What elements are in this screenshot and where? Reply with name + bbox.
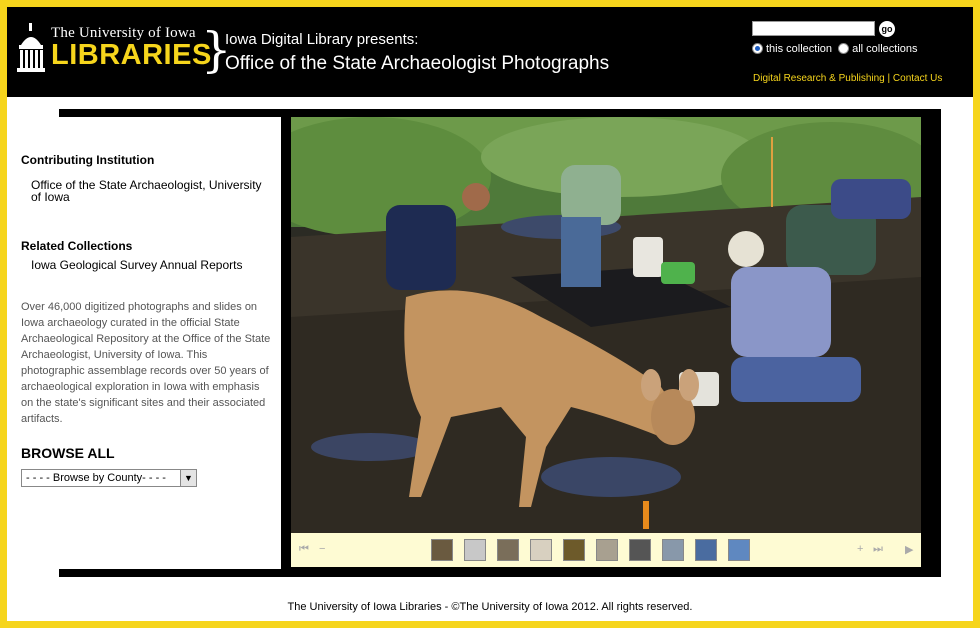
this-collection-label: this collection bbox=[766, 43, 833, 55]
digital-research-link[interactable]: Digital Research & Publishing bbox=[753, 73, 885, 84]
thumbnail[interactable] bbox=[695, 539, 717, 561]
thumbnail[interactable] bbox=[464, 539, 486, 561]
university-libraries-logo[interactable]: The University of Iowa LIBRARIES } bbox=[15, 19, 232, 85]
chevron-down-icon[interactable]: ▼ bbox=[180, 470, 196, 486]
browse-by-county-select[interactable]: - - - - Browse by County- - - - ▼ bbox=[21, 469, 197, 487]
featured-photo[interactable] bbox=[291, 117, 921, 533]
county-select-value: - - - - Browse by County- - - - bbox=[26, 472, 166, 484]
logo-libraries-text: LIBRARIES bbox=[51, 39, 212, 71]
thumbnail[interactable] bbox=[530, 539, 552, 561]
first-page-icon[interactable]: ⏮ bbox=[299, 543, 309, 556]
thumbnail[interactable] bbox=[431, 539, 453, 561]
previous-icon[interactable]: − bbox=[319, 543, 325, 555]
collection-title[interactable]: Office of the State Archaeologist Photog… bbox=[225, 53, 609, 75]
page-frame: The University of Iowa LIBRARIES } Iowa … bbox=[0, 0, 980, 628]
thumbnail[interactable] bbox=[728, 539, 750, 561]
presents-text: Iowa Digital Library presents: bbox=[225, 31, 419, 48]
thumbnail-bar: ⏮ − + ⏭ ▶ bbox=[291, 533, 921, 567]
collection-description: Over 46,000 digitized photographs and sl… bbox=[21, 301, 271, 425]
go-button[interactable]: go bbox=[879, 21, 895, 37]
all-collections-label: all collections bbox=[852, 43, 918, 55]
thumbnail[interactable] bbox=[497, 539, 519, 561]
link-separator: | bbox=[887, 73, 891, 84]
last-page-icon[interactable]: ⏭ bbox=[873, 543, 883, 556]
thumbnail[interactable] bbox=[563, 539, 585, 561]
play-icon[interactable]: ▶ bbox=[905, 543, 913, 556]
contributing-institution-heading: Contributing Institution bbox=[21, 153, 155, 167]
thumbnail[interactable] bbox=[662, 539, 684, 561]
capitol-building-icon bbox=[17, 23, 45, 72]
header-links: Digital Research & Publishing | Contact … bbox=[753, 73, 942, 84]
contact-us-link[interactable]: Contact Us bbox=[893, 73, 942, 84]
thumbnail[interactable] bbox=[596, 539, 618, 561]
header: The University of Iowa LIBRARIES } Iowa … bbox=[7, 7, 973, 97]
related-collection-link[interactable]: Iowa Geological Survey Annual Reports bbox=[31, 259, 267, 271]
next-icon[interactable]: + bbox=[857, 543, 863, 555]
excavation-photo-with-deer bbox=[291, 117, 921, 533]
all-collections-radio[interactable] bbox=[838, 43, 850, 54]
contributing-institution-text[interactable]: Office of the State Archaeologist, Unive… bbox=[31, 179, 267, 203]
sidebar: Contributing Institution Office of the S… bbox=[7, 117, 281, 569]
search-scope: this collection all collections bbox=[752, 43, 921, 55]
search-input[interactable] bbox=[752, 21, 875, 36]
this-collection-radio[interactable] bbox=[752, 43, 763, 54]
related-collections-heading: Related Collections bbox=[21, 239, 133, 253]
thumbnail[interactable] bbox=[629, 539, 651, 561]
browse-all-heading: BROWSE ALL bbox=[21, 445, 115, 461]
footer-copyright: The University of Iowa Libraries - ©The … bbox=[287, 601, 693, 613]
